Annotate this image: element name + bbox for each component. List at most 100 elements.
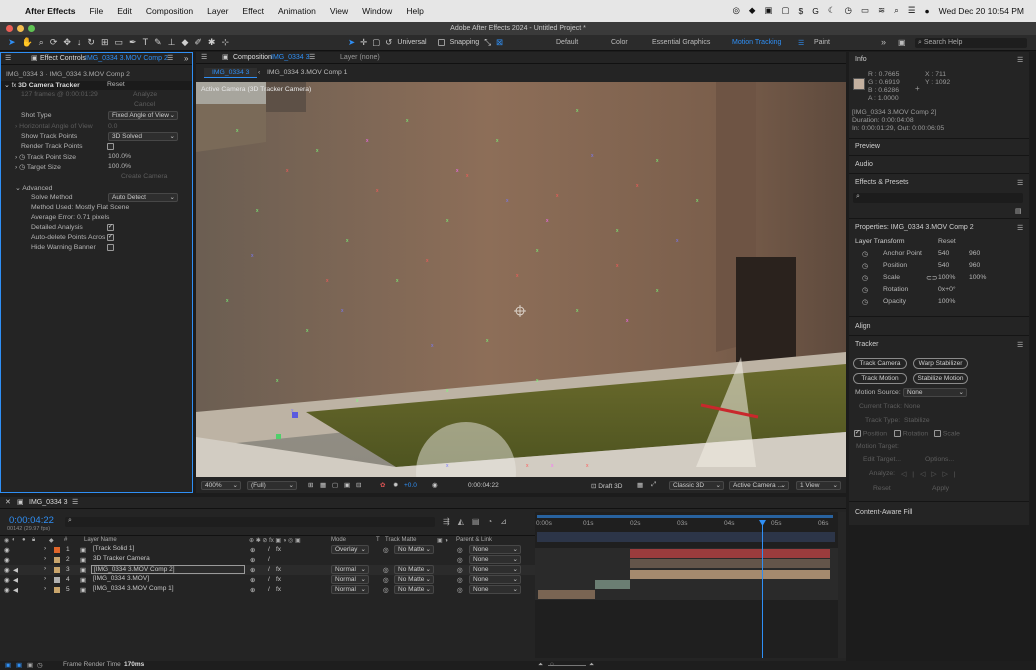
control-center-icon[interactable]: ☰ (908, 5, 916, 16)
app-menu[interactable]: After Effects (25, 6, 76, 16)
shy-icon[interactable]: ⊕ (250, 566, 255, 574)
dropbox-icon[interactable]: ◆ (749, 5, 756, 16)
timeline-timecode[interactable]: 0:00:04:22 (9, 515, 54, 526)
more-workspaces-icon[interactable]: » (881, 37, 886, 47)
layer-row[interactable]: ◉ ◀ › 3 ▣ [IMG_0334 3.MOV Comp 2] ⊕ / fx Normal ⌄ ◎… (0, 565, 535, 575)
battery-icon[interactable]: ▭ (861, 5, 869, 16)
toggle-in-out-icon[interactable]: ▣ (27, 661, 33, 669)
fx-switch-icon[interactable]: fx (276, 576, 281, 583)
fx-switch-icon[interactable]: fx (276, 566, 281, 573)
auto-delete-checkbox[interactable]: ✓ (107, 234, 114, 241)
comp1-bar[interactable] (538, 590, 595, 599)
prop-scale-y[interactable]: 100% (969, 274, 986, 281)
stopwatch-icon[interactable]: ◷ (19, 164, 25, 171)
stopwatch-icon[interactable]: ◷ (862, 298, 868, 306)
pan-behind-tool-icon[interactable]: ⊞ (101, 37, 109, 48)
snapshot-icon[interactable]: ◉ (432, 481, 438, 489)
transparency-grid-icon[interactable]: ▦ (320, 481, 326, 489)
layer-name[interactable]: [IMG_0334 3.MOV Comp 1] (91, 585, 245, 592)
panel-menu-icon[interactable]: ☰ (201, 52, 207, 64)
stabilize-motion-button[interactable]: Stabilize Motion (913, 373, 968, 384)
menu-edit[interactable]: Edit (117, 6, 132, 16)
panel-layout-icon[interactable]: ▣ (898, 38, 906, 47)
menu-view[interactable]: View (330, 6, 348, 16)
tab-menu-icon[interactable]: ☰ (167, 53, 173, 65)
tracker-apply-button[interactable]: Apply (932, 485, 949, 492)
prop-scale-x[interactable]: 100% (938, 274, 955, 281)
stopwatch-icon[interactable]: ◷ (862, 274, 868, 282)
snap-icon[interactable]: ⤡ (484, 37, 491, 48)
target-size-value[interactable]: 100.0% (108, 163, 131, 170)
audio-icon[interactable]: ◀ (13, 566, 18, 574)
effects-presets-title[interactable]: Effects & Presets (855, 179, 1035, 186)
draft-3d-toggle[interactable]: ⊡ Draft 3D (591, 482, 622, 490)
breadcrumb-subcomp[interactable]: IMG_0334 3.MOV Comp 1 (267, 69, 347, 76)
mode-dropdown[interactable]: Normal ⌄ (331, 585, 369, 594)
preview-panel-title[interactable]: Preview (855, 143, 1035, 150)
track-point-size-value[interactable]: 100.0% (108, 153, 131, 160)
tracker-panel-title[interactable]: Tracker (855, 341, 1035, 348)
layer-row[interactable]: ◉ ◀ › 5 ▣ [IMG_0334 3.MOV Comp 1] ⊕ / fx Normal ⌄ ◎… (0, 585, 535, 595)
expand-layer-icon[interactable]: › (44, 545, 46, 552)
effect-controls-tab[interactable]: ☰ ▣ Effect Controls IMG_0334 3.MOV Comp … (1, 53, 192, 65)
rotation-toggle[interactable]: Rotation (894, 430, 928, 437)
quality-icon[interactable]: / (268, 546, 270, 553)
parent-dropdown[interactable]: None ⌄ (469, 565, 521, 574)
visibility-icon[interactable]: ◉ (4, 566, 10, 574)
effect-controls-target[interactable]: IMG_0334 3.MOV Comp 2 (85, 53, 168, 65)
position-checkbox[interactable]: ✓ (854, 430, 861, 437)
menu-animation[interactable]: Animation (278, 6, 316, 16)
scale-checkbox[interactable] (934, 430, 941, 437)
layer-name[interactable]: [Track Solid 1] (91, 545, 245, 552)
zoom-dropdown[interactable]: 400% ⌄ (201, 481, 241, 490)
zoom-tool-icon[interactable]: ⌕ (39, 37, 44, 48)
fast-preview-icon[interactable]: ⊞ (308, 481, 313, 489)
layer-tab[interactable]: Layer (none) (340, 52, 380, 64)
siri-icon[interactable]: ● (924, 6, 929, 16)
menu-layer[interactable]: Layer (207, 6, 228, 16)
label-color-swatch[interactable] (54, 567, 60, 573)
prop-anchor-x[interactable]: 540 (938, 250, 949, 257)
menu-composition[interactable]: Composition (146, 6, 193, 16)
quality-icon[interactable]: / (268, 556, 270, 563)
panel-menu-icon[interactable]: ☰ (5, 53, 11, 65)
parent-dropdown[interactable]: None ⌄ (469, 585, 521, 594)
extended-viewer-icon[interactable]: ⤢ (651, 481, 656, 489)
resolution-dropdown[interactable]: (Full) ⌄ (247, 481, 297, 490)
prop-rotation-value[interactable]: 0x+0° (938, 286, 956, 293)
menu-effect[interactable]: Effect (242, 6, 264, 16)
orbit-tool-icon[interactable]: ⟳ (50, 37, 58, 48)
label-color-swatch[interactable] (54, 587, 60, 593)
audio-icon[interactable]: ◀ (13, 586, 18, 594)
parent-dropdown[interactable]: None ⌄ (469, 555, 521, 564)
comp2-bar[interactable] (630, 570, 830, 579)
panel-menu-icon[interactable]: ☰ (1017, 179, 1023, 187)
search-help-field[interactable]: ⌕ Search Help (915, 38, 1027, 48)
hide-warning-checkbox[interactable] (107, 244, 114, 251)
rotate-tool-icon[interactable]: ↻ (87, 37, 95, 48)
shy-icon[interactable]: ⊕ (250, 556, 255, 564)
workspace-paint[interactable]: Paint (814, 39, 854, 47)
show-track-points-dropdown[interactable]: 3D Solved ⌄ (108, 132, 178, 141)
moon-icon[interactable]: ☾ (828, 5, 836, 16)
matte-source-icon[interactable]: ◎ (383, 576, 389, 584)
channel-icon[interactable]: ✿ (380, 481, 385, 489)
new-bin-icon[interactable]: ▤ (1015, 207, 1022, 215)
timeline-tracks[interactable]: 0:00s 01s 02s 03s 04s 05s 06s (535, 512, 838, 658)
workspace-default[interactable]: Default (556, 39, 611, 47)
visibility-icon[interactable]: ◉ (4, 586, 10, 594)
grid-guides-icon[interactable]: ⊟ (356, 481, 361, 489)
current-time[interactable]: 0:00:04:22 (468, 482, 499, 489)
rotation-checkbox[interactable] (894, 430, 901, 437)
camera-bar[interactable] (630, 559, 830, 568)
time-ruler[interactable]: 0:00s 01s 02s 03s 04s 05s 06s (535, 520, 838, 530)
label-color-swatch[interactable] (54, 577, 60, 583)
workspace-essential-graphics[interactable]: Essential Graphics (652, 39, 732, 47)
fx-reset-link[interactable]: Reset (107, 81, 125, 88)
workspace-motion-tracking[interactable]: Motion Tracking (732, 39, 798, 47)
track-motion-button[interactable]: Track Motion (853, 373, 907, 384)
zoom-window-icon[interactable] (28, 25, 35, 32)
visibility-icon[interactable]: ◉ (4, 546, 10, 554)
align-panel-title[interactable]: Align (855, 323, 1035, 330)
lock-icon[interactable]: ▣ (222, 52, 229, 64)
